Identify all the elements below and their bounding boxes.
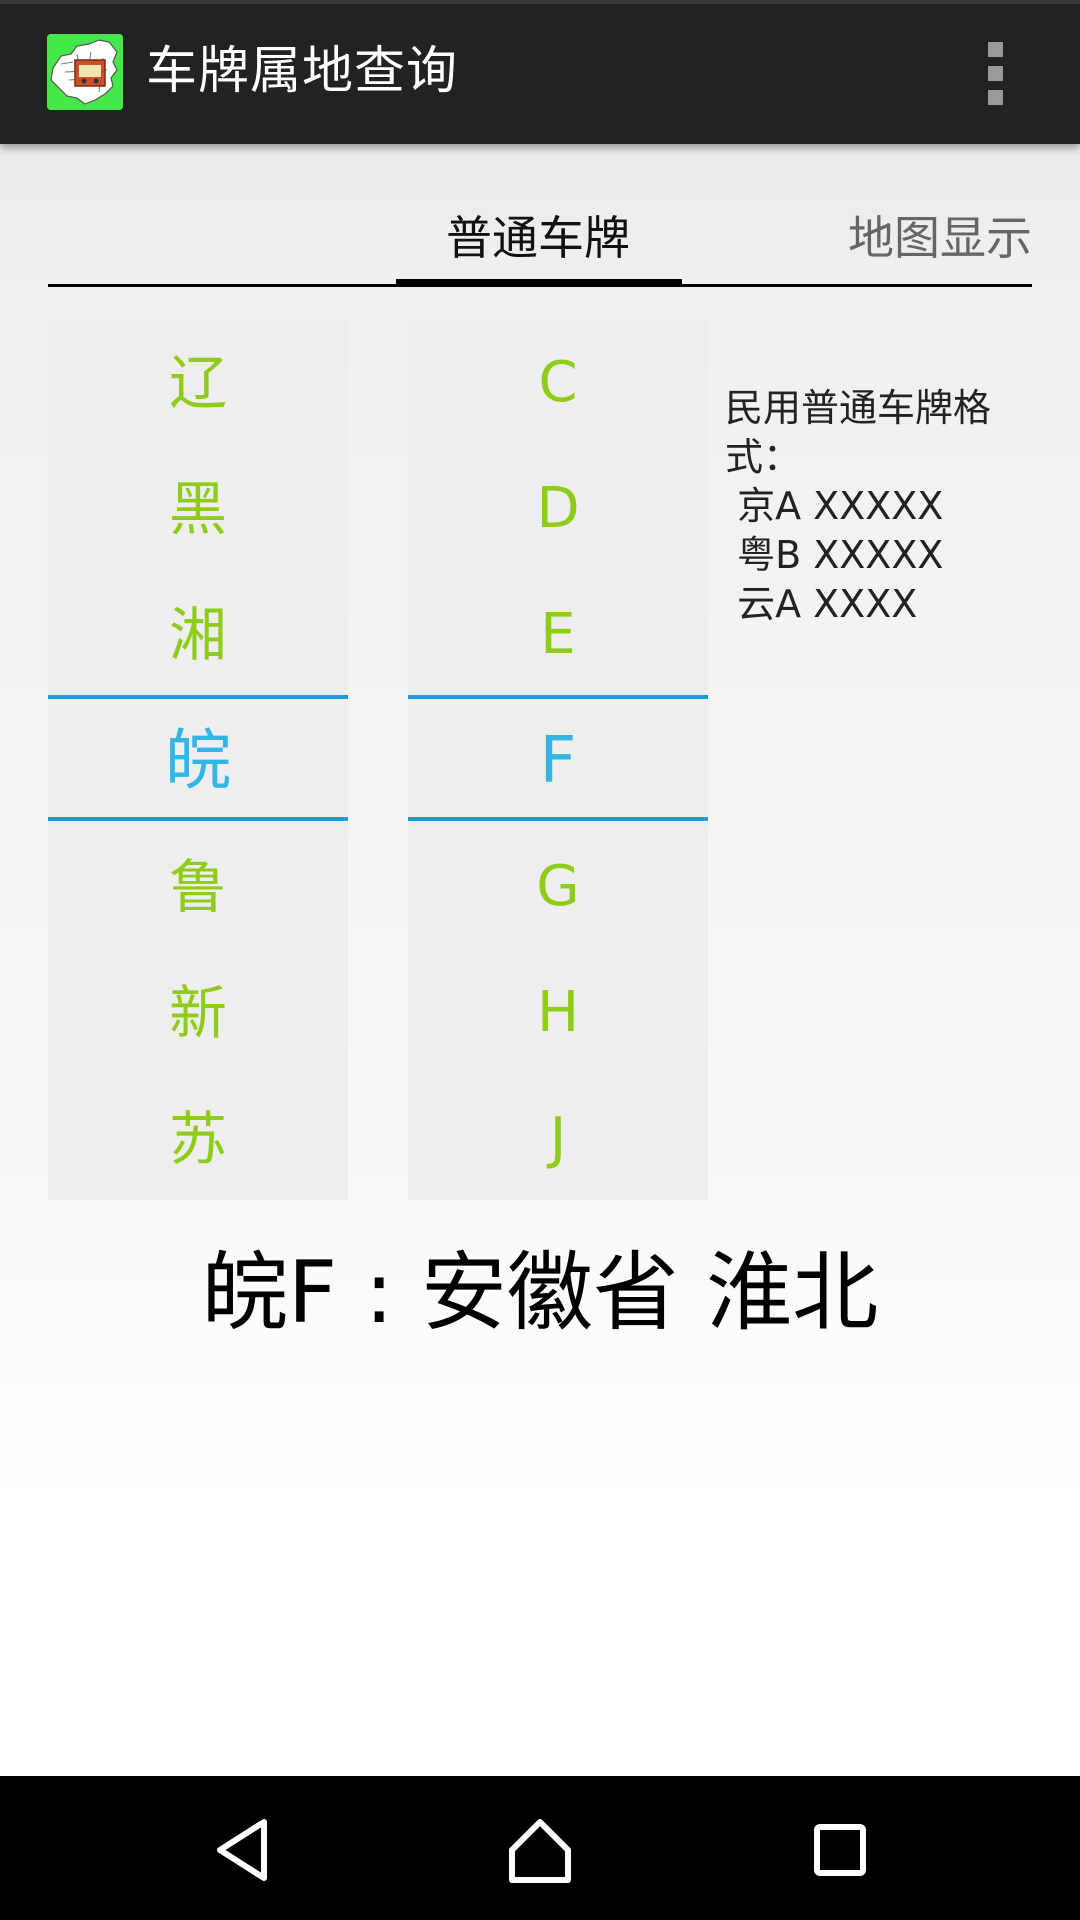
- lookup-result: 皖F : 安徽省 淮北: [201, 1243, 879, 1343]
- province-item-selected[interactable]: 皖: [48, 698, 348, 824]
- format-example: 云A XXXX: [725, 582, 918, 626]
- picker-divider-bottom: [48, 817, 348, 821]
- tab-bar: 普通车牌 地图显示: [48, 195, 1032, 289]
- format-example: 粤B XXXXX: [725, 533, 944, 577]
- province-picker[interactable]: 辽 黑 湘 皖 鲁 新 苏: [48, 320, 348, 1200]
- letter-item[interactable]: J: [408, 1076, 708, 1200]
- province-item[interactable]: 新: [48, 950, 348, 1076]
- format-heading: 民用普通车牌格式：: [725, 386, 992, 479]
- status-strip: [0, 0, 1080, 4]
- province-item[interactable]: 辽: [48, 320, 348, 446]
- recents-icon[interactable]: [800, 1810, 880, 1890]
- letter-item[interactable]: H: [408, 950, 708, 1076]
- home-icon[interactable]: [500, 1810, 580, 1890]
- letter-item[interactable]: G: [408, 824, 708, 950]
- plate-format-info: 民用普通车牌格式： 京A XXXXX 粤B XXXXX 云A XXXX: [725, 384, 1045, 629]
- province-item[interactable]: 黑: [48, 446, 348, 572]
- letter-item-selected[interactable]: F: [408, 698, 708, 824]
- app-logo-icon: [47, 34, 123, 110]
- app-title: 车牌属地查询: [146, 42, 459, 101]
- letter-item[interactable]: E: [408, 572, 708, 698]
- province-item[interactable]: 鲁: [48, 824, 348, 950]
- tab-map-display[interactable]: 地图显示: [828, 195, 1032, 281]
- tab-indicator: [396, 279, 682, 287]
- back-icon[interactable]: [202, 1810, 282, 1890]
- province-item[interactable]: 苏: [48, 1076, 348, 1200]
- action-bar: 车牌属地查询: [0, 0, 1080, 144]
- system-nav-bar: [0, 1776, 1080, 1920]
- letter-item[interactable]: D: [408, 446, 708, 572]
- format-example: 京A XXXXX: [725, 484, 944, 528]
- letter-item[interactable]: C: [408, 320, 708, 446]
- overflow-menu-icon[interactable]: [980, 40, 1010, 106]
- tab-normal-plate[interactable]: 普通车牌: [396, 195, 680, 281]
- picker-divider-bottom: [408, 817, 708, 821]
- province-item[interactable]: 湘: [48, 572, 348, 698]
- letter-picker[interactable]: C D E F G H J: [408, 320, 708, 1200]
